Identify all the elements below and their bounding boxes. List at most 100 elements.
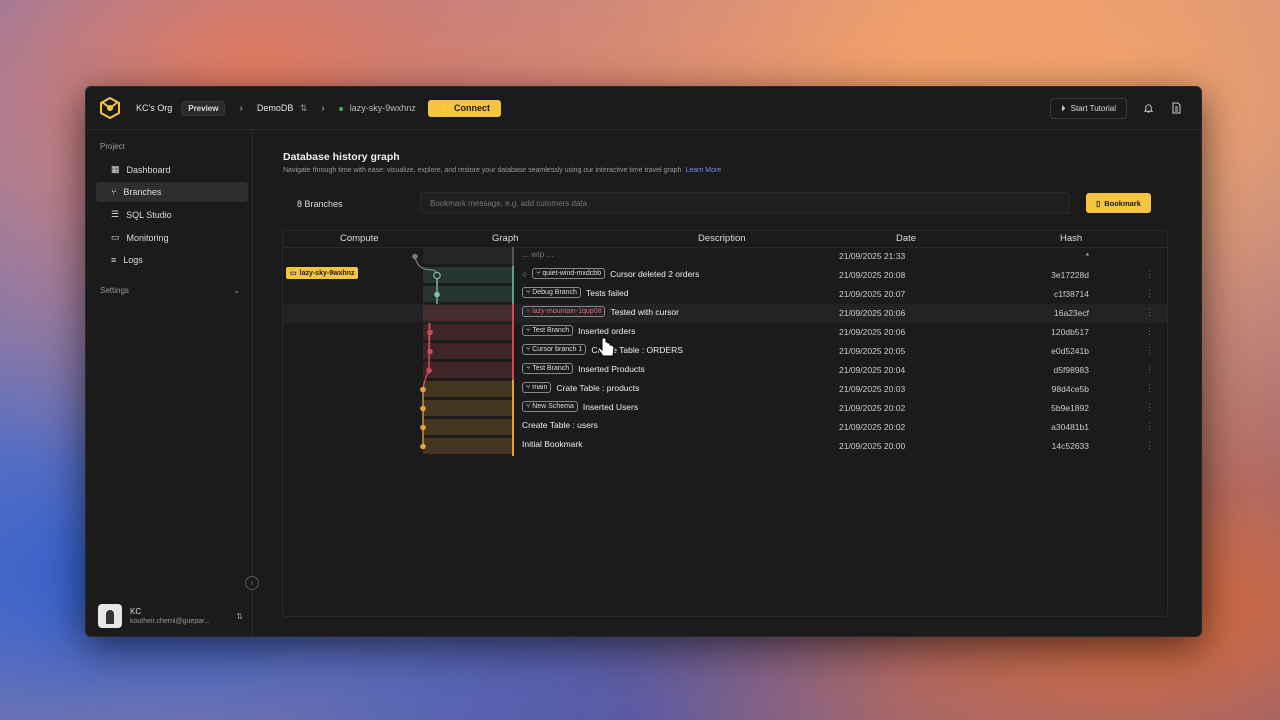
table-row[interactable]: ⑂ Cursor branch 1 Create Table : ORDERS 21/… <box>283 342 1167 361</box>
branch-tag[interactable]: ⑂ Debug Branch <box>522 287 581 298</box>
sidebar-item-branches[interactable]: ⑂ Branches <box>96 182 248 202</box>
row-hash: 16a23ecf <box>1054 308 1089 318</box>
sidebar: Project ▦ Dashboard ⑂ Branches ☰ SQL Studio… <box>86 130 259 636</box>
graph-bar <box>423 267 513 283</box>
laptop-icon: ▭ <box>290 270 297 277</box>
table-row[interactable]: ⑂ New Schema Inserted Users 21/09/2025 20:0… <box>283 399 1167 418</box>
chevron-updown-icon: ⇅ <box>236 611 243 621</box>
row-more-icon[interactable]: ⋮ <box>1145 364 1154 375</box>
branch-tag-label: New Schema <box>532 403 574 410</box>
graph-bar <box>423 286 513 302</box>
graph-bar <box>423 400 513 416</box>
chevron-down-icon: ⌄ <box>233 286 240 295</box>
row-more-icon[interactable]: ⋮ <box>1145 269 1154 280</box>
branch-tag[interactable]: ⑂ Cursor branch 1 <box>522 344 587 355</box>
branch-tag[interactable]: ⑂ New Schema <box>522 401 578 412</box>
row-more-icon[interactable]: ⋮ <box>1145 288 1154 299</box>
branch-tag-label: Test Branch <box>532 365 570 372</box>
branch-tag-label: quiet-wind-mxdcbb <box>542 270 602 277</box>
branches-icon: ⑂ <box>111 187 117 197</box>
user-menu[interactable]: KC koutheir.cherni@guepar... ⇅ <box>98 604 243 628</box>
current-head-icon: ○ <box>522 268 528 279</box>
connect-button[interactable]: ⚡ Connect <box>427 99 501 117</box>
user-name: KC <box>130 607 142 616</box>
row-hash: 5b9e1892 <box>1051 403 1089 413</box>
row-more-icon[interactable]: ⋮ <box>1145 383 1154 394</box>
play-circle-icon: ⏵ <box>1061 102 1066 113</box>
branch-selector[interactable]: lazy-sky-9wxhnz <box>338 103 416 113</box>
row-more-icon[interactable]: ⋮ <box>1145 421 1154 432</box>
row-more-icon[interactable]: ⋮ <box>1145 326 1154 337</box>
bell-icon[interactable] <box>1141 101 1155 115</box>
table-row[interactable]: Create Table : users 21/09/2025 20:02 a304… <box>283 418 1167 437</box>
table-row[interactable]: ⑂ Debug Branch Tests failed 21/09/2025 20:0… <box>283 285 1167 304</box>
logs-icon: ≡ <box>111 255 117 265</box>
sidebar-item-dashboard[interactable]: ▦ Dashboard <box>96 159 248 180</box>
branch-tag-label: main <box>532 384 548 391</box>
row-description: ⑂ Test Branch Inserted Products <box>522 363 645 374</box>
subtitle-text: Navigate through time with ease: visuali… <box>283 167 682 174</box>
branch-tag[interactable]: ⑂ lazy-mountain-1qup08 <box>522 306 606 317</box>
avatar <box>98 604 122 628</box>
graph-row-marker <box>512 342 514 361</box>
graph-row-marker <box>512 247 514 266</box>
start-tutorial-button[interactable]: ⏵ Start Tutorial <box>1050 97 1127 119</box>
sidebar-item-sql-studio[interactable]: ☰ SQL Studio <box>96 204 248 225</box>
settings-section-toggle[interactable]: Settings ⌄ <box>86 272 252 295</box>
branch-tag-label: Debug Branch <box>532 289 577 296</box>
compute-tag[interactable]: ▭ lazy-sky-9wxhnz <box>286 267 359 279</box>
description-text: Create Table : users <box>522 420 598 430</box>
row-hash: d5f98983 <box>1053 365 1089 375</box>
description-text: Inserted Users <box>582 401 639 412</box>
branch-icon: ⑂ <box>526 365 531 372</box>
branch-tag[interactable]: ⑂ quiet-wind-mxdcbb <box>532 268 606 279</box>
branch-icon: ⑂ <box>526 327 531 334</box>
logo-icon[interactable] <box>98 96 122 120</box>
table-row[interactable]: ⑂ lazy-mountain-1qup08 Tested with cursor 2… <box>283 304 1167 323</box>
row-date: 21/09/2025 20:02 <box>839 422 906 432</box>
row-date: 21/09/2025 21:33 <box>839 251 906 261</box>
sidebar-item-monitoring[interactable]: ▭ Monitoring <box>96 227 248 248</box>
graph-bar <box>423 438 513 454</box>
tutorial-label: Start Tutorial <box>1070 103 1116 113</box>
column-header-compute: Compute <box>340 233 379 244</box>
database-selector[interactable]: DemoDB ⇅ <box>257 103 308 114</box>
description-text: Cursor deleted 2 orders <box>610 268 700 279</box>
description-text: Tested with cursor <box>610 306 679 317</box>
description-text: Initial Bookmark <box>522 439 583 449</box>
row-hash: c1f38714 <box>1054 289 1089 299</box>
branch-tag[interactable]: ⑂ Test Branch <box>522 363 574 374</box>
row-description: ⑂ lazy-mountain-1qup08 Tested with cursor <box>522 306 679 317</box>
bookmark-icon: ▯ <box>1096 198 1101 208</box>
bookmark-message-input[interactable] <box>420 192 1070 214</box>
table-row[interactable]: ○ ⑂ quiet-wind-mxdcbb Cursor deleted 2 orde… <box>283 266 1167 285</box>
branch-name: lazy-sky-9wxhnz <box>349 103 416 113</box>
database-name: DemoDB <box>256 102 294 113</box>
row-hash: 3e17228d <box>1051 270 1089 280</box>
row-more-icon[interactable]: ⋮ <box>1145 402 1154 413</box>
row-more-icon[interactable]: ⋮ <box>1145 440 1154 451</box>
page-title: Database history graph <box>283 151 400 163</box>
row-description: ⑂ Test Branch Inserted orders <box>522 325 635 336</box>
table-row[interactable]: ⑂ Test Branch Inserted Products 21/09/2025 … <box>283 361 1167 380</box>
row-more-icon[interactable]: ⋮ <box>1145 307 1154 318</box>
table-row[interactable]: ⑂ Test Branch Inserted orders 21/09/2025 20… <box>283 323 1167 342</box>
row-hash: a30481b1 <box>1051 422 1089 432</box>
page-subtitle: Navigate through time with ease: visuali… <box>283 167 721 174</box>
org-name[interactable]: KC's Org <box>136 103 172 113</box>
row-date: 21/09/2025 20:03 <box>839 384 906 394</box>
document-icon[interactable] <box>1169 101 1183 115</box>
branch-tag[interactable]: ⑂ main <box>522 382 552 393</box>
learn-more-link[interactable]: Learn More <box>685 167 721 174</box>
branch-icon: ⑂ <box>526 403 531 410</box>
sidebar-item-logs[interactable]: ≡ Logs <box>96 250 248 270</box>
graph-row-marker <box>512 399 514 418</box>
table-row[interactable]: ⑂ main Crate Table : products 21/09/2025 20… <box>283 380 1167 399</box>
row-more-icon[interactable]: ⋮ <box>1145 345 1154 356</box>
row-hash: e0d5241b <box>1051 346 1089 356</box>
branch-tag[interactable]: ⑂ Test Branch <box>522 325 574 336</box>
bookmark-button[interactable]: ▯ Bookmark <box>1086 193 1151 213</box>
table-row[interactable]: Initial Bookmark 21/09/2025 20:00 14c52633… <box>283 437 1167 456</box>
column-header-graph: Graph <box>492 233 519 244</box>
table-row[interactable]: ... wip ... 21/09/2025 21:33 * <box>283 247 1167 266</box>
